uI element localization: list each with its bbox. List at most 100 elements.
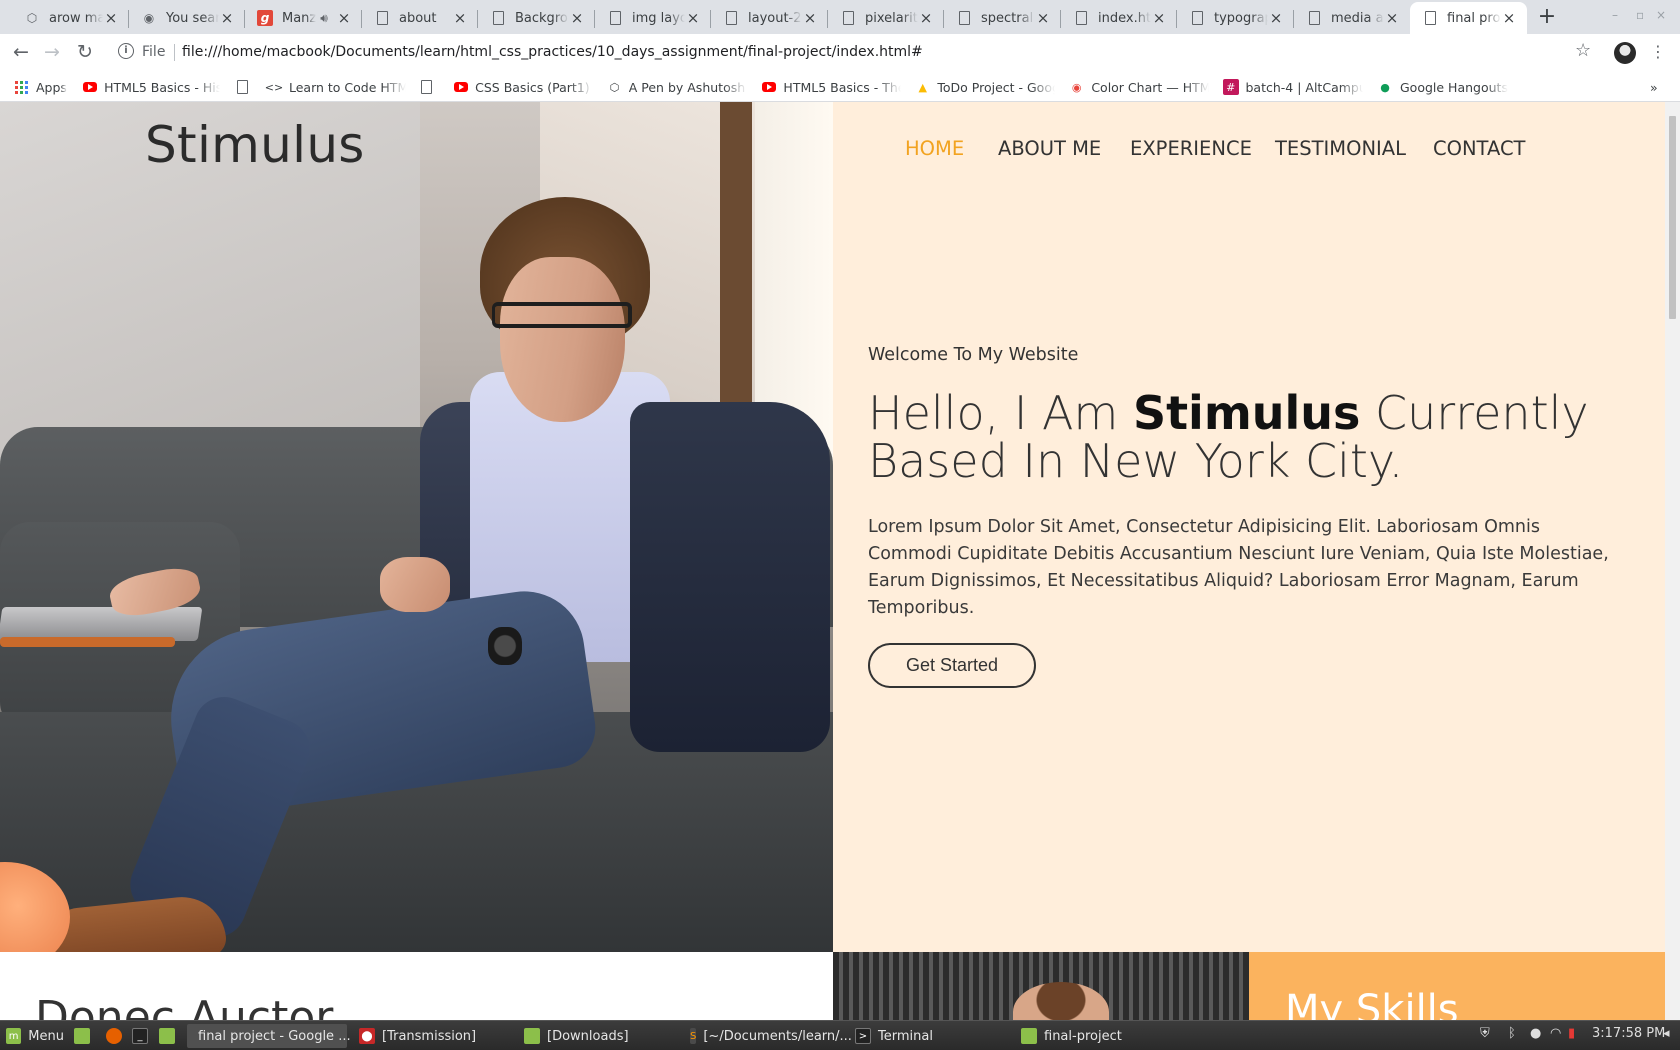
terminal-icon: > bbox=[855, 1028, 871, 1044]
menu-kebab-icon[interactable]: ⋮ bbox=[1650, 42, 1666, 61]
close-tab-icon[interactable]: × bbox=[1035, 9, 1051, 27]
user-icon[interactable]: ● bbox=[1530, 1026, 1541, 1041]
nav-experience[interactable]: EXPERIENCE bbox=[1130, 137, 1252, 160]
bookmark-item[interactable]: # batch-4 | AltCampu bbox=[1223, 77, 1363, 97]
skills-title: My Skills bbox=[1285, 987, 1459, 1020]
taskbar-window-chrome[interactable]: final project - Google ... bbox=[187, 1024, 351, 1048]
tab-title: Backgrou bbox=[515, 10, 569, 26]
shield-icon[interactable]: ⛨ bbox=[1480, 1026, 1490, 1041]
tab[interactable]: pixelarity × bbox=[828, 2, 944, 34]
minimize-icon[interactable]: – bbox=[1612, 8, 1618, 22]
file-icon bbox=[607, 10, 623, 26]
file-icon bbox=[1422, 10, 1438, 26]
info-icon[interactable]: i bbox=[118, 43, 134, 59]
file-icon bbox=[840, 10, 856, 26]
nav-contact[interactable]: CONTACT bbox=[1433, 137, 1525, 160]
file-icon bbox=[956, 10, 972, 26]
file-icon bbox=[1073, 10, 1089, 26]
site-logo[interactable]: Stimulus bbox=[145, 116, 365, 174]
url-text[interactable]: file:///home/macbook/Documents/learn/htm… bbox=[182, 44, 923, 60]
youtube-icon bbox=[82, 79, 97, 95]
close-tab-icon[interactable]: × bbox=[1501, 9, 1517, 27]
volume-icon[interactable]: ◂ bbox=[1663, 1026, 1670, 1041]
taskbar-window-downloads[interactable]: [Downloads] bbox=[520, 1024, 680, 1048]
taskbar-window-sublime[interactable]: S [~/Documents/learn/... bbox=[686, 1024, 852, 1048]
os-taskbar: m Menu _ final project - Google ... ⬤ [T… bbox=[0, 1020, 1680, 1050]
bookmark-item[interactable]: ⬡ A Pen by Ashutosh S bbox=[607, 77, 747, 97]
nav-about-me[interactable]: ABOUT ME bbox=[998, 137, 1101, 160]
tab[interactable]: index.htm × bbox=[1061, 2, 1177, 34]
back-arrow-icon[interactable]: ← bbox=[9, 40, 33, 64]
bluetooth-icon[interactable]: ᛒ bbox=[1508, 1026, 1516, 1041]
tab[interactable]: typograp × bbox=[1177, 2, 1294, 34]
browser-toolbar: ← → ↻ i File file:///home/macbook/Docume… bbox=[0, 34, 1680, 71]
bookmark-item[interactable]: CSS Basics (Part1) – bbox=[453, 77, 593, 97]
tab[interactable]: media an × bbox=[1294, 2, 1410, 34]
file-icon bbox=[490, 10, 506, 26]
scrollbar-thumb[interactable] bbox=[1669, 116, 1676, 319]
tab[interactable]: ⬡ arow mak × bbox=[12, 2, 129, 34]
tab[interactable]: spectral × bbox=[944, 2, 1061, 34]
nav-home[interactable]: HOME bbox=[905, 137, 964, 160]
bookmark-item[interactable] bbox=[236, 77, 256, 97]
file-icon bbox=[374, 10, 390, 26]
tab-strip: ⬡ arow mak × ◉ You searc × g Manz 🔊︎ × a… bbox=[0, 0, 1680, 34]
tab[interactable]: img layou × bbox=[595, 2, 711, 34]
close-tab-icon[interactable]: × bbox=[1151, 9, 1167, 27]
clock[interactable]: 3:17:58 PM bbox=[1592, 1026, 1665, 1041]
forward-arrow-icon[interactable]: → bbox=[40, 40, 64, 64]
close-tab-icon[interactable]: × bbox=[1384, 9, 1400, 27]
start-menu-button[interactable]: m Menu bbox=[2, 1024, 64, 1048]
close-tab-icon[interactable]: × bbox=[452, 9, 468, 27]
tab[interactable]: Backgrou × bbox=[478, 2, 595, 34]
bookmark-star-icon[interactable]: ☆ bbox=[1575, 40, 1591, 61]
close-tab-icon[interactable]: × bbox=[685, 9, 701, 27]
hero-headline: Hello, I Am Stimulus Currently Based In … bbox=[868, 386, 1589, 488]
section-two-title: Donec Auctor bbox=[35, 992, 334, 1020]
battery-icon[interactable]: ▮ bbox=[1568, 1026, 1575, 1041]
tab-active[interactable]: final proj × bbox=[1410, 2, 1527, 34]
firefox-icon[interactable] bbox=[102, 1024, 129, 1048]
wifi-icon[interactable]: ◠ bbox=[1550, 1026, 1561, 1041]
bookmark-item[interactable]: ● Google Hangouts bbox=[1377, 77, 1517, 97]
close-tab-icon[interactable]: × bbox=[569, 9, 585, 27]
bookmark-item[interactable]: <> Learn to Code HTML bbox=[265, 77, 406, 97]
tab[interactable]: ◉ You searc × bbox=[129, 2, 245, 34]
close-tab-icon[interactable]: × bbox=[103, 9, 119, 27]
show-desktop-icon[interactable] bbox=[70, 1024, 97, 1048]
profile-avatar[interactable] bbox=[1614, 42, 1636, 64]
bookmark-item[interactable]: HTML5 Basics - The bbox=[761, 77, 901, 97]
close-tab-icon[interactable]: × bbox=[336, 9, 352, 27]
tab-title: img layou bbox=[632, 10, 685, 26]
window-close-icon[interactable]: × bbox=[1656, 8, 1666, 22]
files-launcher-icon[interactable] bbox=[155, 1024, 182, 1048]
tab[interactable]: g Manz 🔊︎ × bbox=[245, 2, 362, 34]
speaker-icon[interactable]: 🔊︎ bbox=[316, 10, 332, 26]
maximize-icon[interactable]: ▫ bbox=[1636, 8, 1644, 22]
terminal-launcher-icon[interactable]: _ bbox=[128, 1024, 155, 1048]
close-tab-icon[interactable]: × bbox=[802, 9, 818, 27]
bookmarks-overflow-icon[interactable]: » bbox=[1650, 77, 1658, 97]
address-bar[interactable]: i File file:///home/macbook/Documents/le… bbox=[108, 37, 1598, 68]
close-tab-icon[interactable]: × bbox=[1268, 9, 1284, 27]
taskbar-window-terminal[interactable]: > Terminal bbox=[851, 1024, 1011, 1048]
tab[interactable]: layout-2 × bbox=[711, 2, 828, 34]
new-tab-button[interactable]: + bbox=[1533, 4, 1561, 32]
bookmark-item[interactable]: ▲ ToDo Project - Goog bbox=[915, 77, 1055, 97]
nav-testimonial[interactable]: TESTIMONIAL bbox=[1275, 137, 1406, 160]
bookmark-item[interactable]: ◉ Color Chart — HTMI bbox=[1069, 77, 1209, 97]
folder-icon bbox=[524, 1028, 540, 1044]
close-tab-icon[interactable]: × bbox=[219, 9, 235, 27]
taskbar-window-final-project[interactable]: final-project bbox=[1017, 1024, 1177, 1048]
codepen-icon: ⬡ bbox=[26, 11, 38, 25]
tab-title: pixelarity bbox=[865, 10, 918, 26]
bookmark-apps[interactable]: Apps bbox=[13, 77, 73, 97]
get-started-button[interactable]: Get Started bbox=[868, 643, 1036, 688]
bookmark-item[interactable]: HTML5 Basics - Hist bbox=[82, 77, 220, 97]
youtube-icon bbox=[453, 79, 468, 95]
close-tab-icon[interactable]: × bbox=[918, 9, 934, 27]
tab[interactable]: about × bbox=[362, 2, 478, 34]
bookmark-item[interactable] bbox=[420, 77, 440, 97]
reload-icon[interactable]: ↻ bbox=[73, 40, 97, 64]
taskbar-window-transmission[interactable]: ⬤ [Transmission] bbox=[355, 1024, 515, 1048]
